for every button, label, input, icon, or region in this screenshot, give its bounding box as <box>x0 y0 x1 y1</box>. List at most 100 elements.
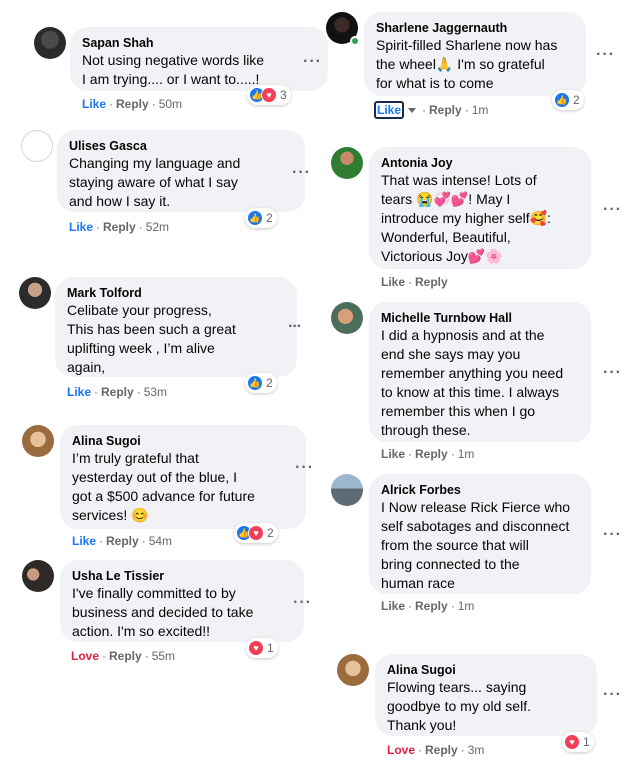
separator: · <box>460 743 465 757</box>
love-button[interactable]: Love <box>71 649 99 663</box>
comment-author[interactable]: Usha Le Tissier <box>72 568 292 584</box>
comment-text: Spirit-filled Sharlene now has the wheel… <box>376 37 558 91</box>
more-options-button[interactable]: ··· <box>603 202 622 218</box>
reaction-summary[interactable]: 👍 ♥ 2 <box>234 523 278 543</box>
comment-author[interactable]: Antonia Joy <box>381 155 579 171</box>
comment-author[interactable]: Sapan Shah <box>82 35 316 51</box>
comment-bubble: Michelle Turnbow Hall I did a hypnosis a… <box>369 302 591 442</box>
reaction-count: 1 <box>583 735 590 749</box>
timestamp[interactable]: 1m <box>458 447 475 461</box>
more-options-button[interactable]: ··· <box>288 319 302 335</box>
reply-button[interactable]: Reply <box>106 534 139 548</box>
timestamp[interactable]: 1m <box>472 103 489 117</box>
reaction-summary[interactable]: ♥ 1 <box>562 732 594 752</box>
timestamp[interactable]: 1m <box>458 599 475 613</box>
timestamp[interactable]: 53m <box>144 385 167 399</box>
chevron-down-icon[interactable] <box>408 107 417 113</box>
separator: · <box>422 103 427 117</box>
reaction-summary[interactable]: 👍 ♥ 3 <box>247 85 291 105</box>
reaction-summary[interactable]: 👍 2 <box>552 90 584 110</box>
avatar[interactable] <box>34 27 66 59</box>
avatar[interactable] <box>19 277 51 309</box>
comment-author[interactable]: Mark Tolford <box>67 285 285 301</box>
reaction-count: 2 <box>266 211 273 225</box>
like-reaction-icon: 👍 <box>247 375 263 391</box>
timestamp[interactable]: 50m <box>159 97 182 111</box>
like-button[interactable]: Like <box>72 534 96 548</box>
comment-author[interactable]: Ulises Gasca <box>69 138 293 154</box>
reply-button[interactable]: Reply <box>415 447 448 461</box>
separator: · <box>408 275 413 289</box>
comment-text: Flowing tears... saying goodbye to my ol… <box>387 679 531 733</box>
separator: · <box>464 103 469 117</box>
reply-button[interactable]: Reply <box>103 220 136 234</box>
avatar[interactable] <box>22 425 54 457</box>
reply-button[interactable]: Reply <box>415 275 448 289</box>
like-button[interactable]: Like <box>69 220 93 234</box>
reply-button[interactable]: Reply <box>415 599 448 613</box>
comment-bubble: Alrick Forbes I Now release Rick Fierce … <box>369 474 591 594</box>
timestamp[interactable]: 3m <box>468 743 485 757</box>
comment-bubble: Alina Sugoi Flowing tears... saying good… <box>375 654 597 736</box>
like-button[interactable]: Like <box>381 599 405 613</box>
comment-bubble: Antonia Joy That was intense! Lots of te… <box>369 147 591 269</box>
timestamp[interactable]: 52m <box>146 220 169 234</box>
comment-bubble: Usha Le Tissier I've finally committed t… <box>60 560 304 642</box>
like-button[interactable]: Like <box>374 101 405 119</box>
comment-author[interactable]: Alina Sugoi <box>387 662 585 678</box>
online-status-indicator <box>350 36 360 46</box>
comment-author[interactable]: Alina Sugoi <box>72 433 294 449</box>
separator: · <box>138 220 143 234</box>
love-reaction-icon: ♥ <box>261 87 277 103</box>
avatar[interactable] <box>337 654 369 686</box>
love-button[interactable]: Love <box>387 743 415 757</box>
love-reaction-icon: ♥ <box>564 734 580 750</box>
more-options-button[interactable]: ··· <box>603 365 622 381</box>
separator: · <box>450 447 455 461</box>
avatar[interactable] <box>22 560 54 592</box>
comment-actions: Like · Reply · 1m <box>374 101 488 119</box>
timestamp[interactable]: 54m <box>149 534 172 548</box>
avatar[interactable] <box>21 130 53 162</box>
reply-button[interactable]: Reply <box>425 743 458 757</box>
more-options-button[interactable]: ··· <box>596 47 615 63</box>
more-options-button[interactable]: ··· <box>292 165 311 181</box>
reaction-summary[interactable]: 👍 2 <box>245 373 277 393</box>
separator: · <box>418 743 423 757</box>
comment-author[interactable]: Michelle Turnbow Hall <box>381 310 579 326</box>
more-options-button[interactable]: ··· <box>303 54 322 70</box>
like-reaction-icon: 👍 <box>554 92 570 108</box>
reply-button[interactable]: Reply <box>109 649 142 663</box>
comment-author[interactable]: Alrick Forbes <box>381 482 579 498</box>
like-button[interactable]: Like <box>381 447 405 461</box>
like-button[interactable]: Like <box>381 275 405 289</box>
like-button[interactable]: Like <box>67 385 91 399</box>
avatar[interactable] <box>331 302 363 334</box>
comment-author[interactable]: Sharlene Jaggernauth <box>376 20 574 36</box>
reaction-count: 1 <box>267 641 274 655</box>
like-button[interactable]: Like <box>82 97 106 111</box>
reaction-summary[interactable]: 👍 2 <box>245 208 277 228</box>
separator: · <box>102 649 107 663</box>
avatar[interactable] <box>331 147 363 179</box>
comment-actions: Like · Reply · 52m <box>69 220 169 234</box>
separator: · <box>94 385 99 399</box>
timestamp[interactable]: 55m <box>152 649 175 663</box>
more-options-button[interactable]: ··· <box>293 595 312 611</box>
comment-text: Celibate your progress, This has been su… <box>67 302 236 375</box>
more-options-button[interactable]: ··· <box>603 687 622 703</box>
separator: · <box>99 534 104 548</box>
more-options-button[interactable]: ··· <box>295 460 314 476</box>
more-options-button[interactable]: ··· <box>603 527 622 543</box>
comment-bubble: Alina Sugoi I’m truly grateful that yest… <box>60 425 306 529</box>
separator: · <box>408 599 413 613</box>
avatar[interactable] <box>331 474 363 506</box>
reply-button[interactable]: Reply <box>116 97 149 111</box>
separator: · <box>109 97 114 111</box>
love-reaction-icon: ♥ <box>248 640 264 656</box>
reply-button[interactable]: Reply <box>101 385 134 399</box>
reply-button[interactable]: Reply <box>429 103 462 117</box>
reaction-summary[interactable]: ♥ 1 <box>246 638 278 658</box>
reaction-count: 3 <box>280 88 287 102</box>
comment-actions: Like · Reply · 53m <box>67 385 167 399</box>
